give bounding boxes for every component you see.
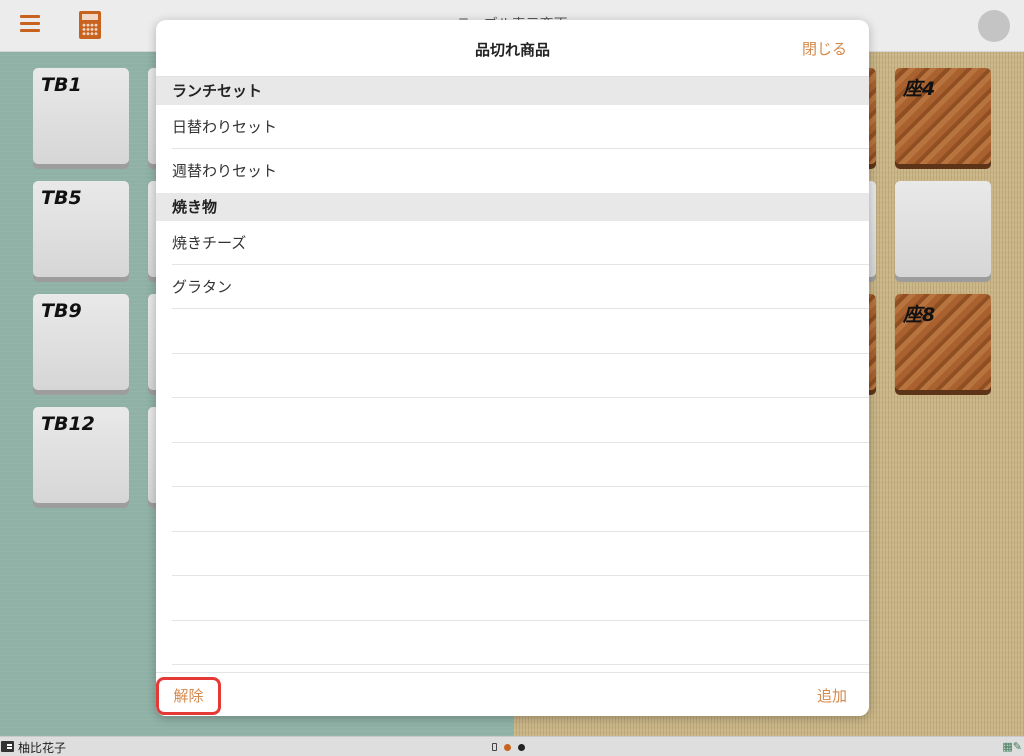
- modal-footer: 解除 追加: [156, 672, 869, 716]
- list-item[interactable]: 日替わりセット: [172, 105, 869, 149]
- seat-tile-4[interactable]: 座4: [895, 68, 991, 164]
- add-button[interactable]: 追加: [817, 685, 847, 706]
- release-button[interactable]: 解除: [156, 677, 221, 715]
- seat-tile-8[interactable]: 座8: [895, 294, 991, 390]
- modal-header: 品切れ商品 閉じる: [156, 20, 869, 77]
- empty-row: [172, 354, 869, 398]
- section-header-lunch-set: ランチセット: [156, 77, 869, 105]
- status-icons: ▦✎: [1002, 740, 1022, 753]
- list-item[interactable]: 焼きチーズ: [172, 221, 869, 265]
- sold-out-list: ランチセット 日替わりセット 週替わりセット 焼き物 焼きチーズ グラタン: [156, 77, 869, 665]
- empty-row: [172, 309, 869, 354]
- page-dot[interactable]: [518, 743, 525, 751]
- empty-row: [172, 398, 869, 443]
- sold-out-modal: 品切れ商品 閉じる ランチセット 日替わりセット 週替わりセット 焼き物 焼きチ…: [156, 20, 869, 716]
- modal-title: 品切れ商品: [474, 41, 550, 59]
- table-tile-tb12[interactable]: TB12: [33, 407, 129, 503]
- table-tile-tb1[interactable]: TB1: [33, 68, 129, 164]
- page-dot-active[interactable]: [504, 743, 511, 751]
- page-indicator: [492, 743, 525, 751]
- section-header-grilled: 焼き物: [156, 193, 869, 221]
- table-tile-tb9[interactable]: TB9: [33, 294, 129, 390]
- empty-row: [172, 443, 869, 487]
- user-card-icon: [1, 741, 14, 752]
- empty-row: [172, 487, 869, 532]
- empty-row: [172, 576, 869, 621]
- user-avatar-icon[interactable]: [978, 10, 1010, 42]
- list-item[interactable]: 週替わりセット: [172, 149, 869, 193]
- table-tile-tb5[interactable]: TB5: [33, 181, 129, 277]
- empty-row: [172, 532, 869, 576]
- empty-row: [172, 621, 869, 665]
- phone-icon: [492, 743, 497, 751]
- list-item[interactable]: グラタン: [172, 265, 869, 309]
- seat-tile-empty[interactable]: [895, 181, 991, 277]
- close-button[interactable]: 閉じる: [802, 38, 847, 59]
- user-name: 柚比花子: [18, 741, 67, 755]
- status-bar: 柚比花子 ▦✎: [0, 736, 1024, 756]
